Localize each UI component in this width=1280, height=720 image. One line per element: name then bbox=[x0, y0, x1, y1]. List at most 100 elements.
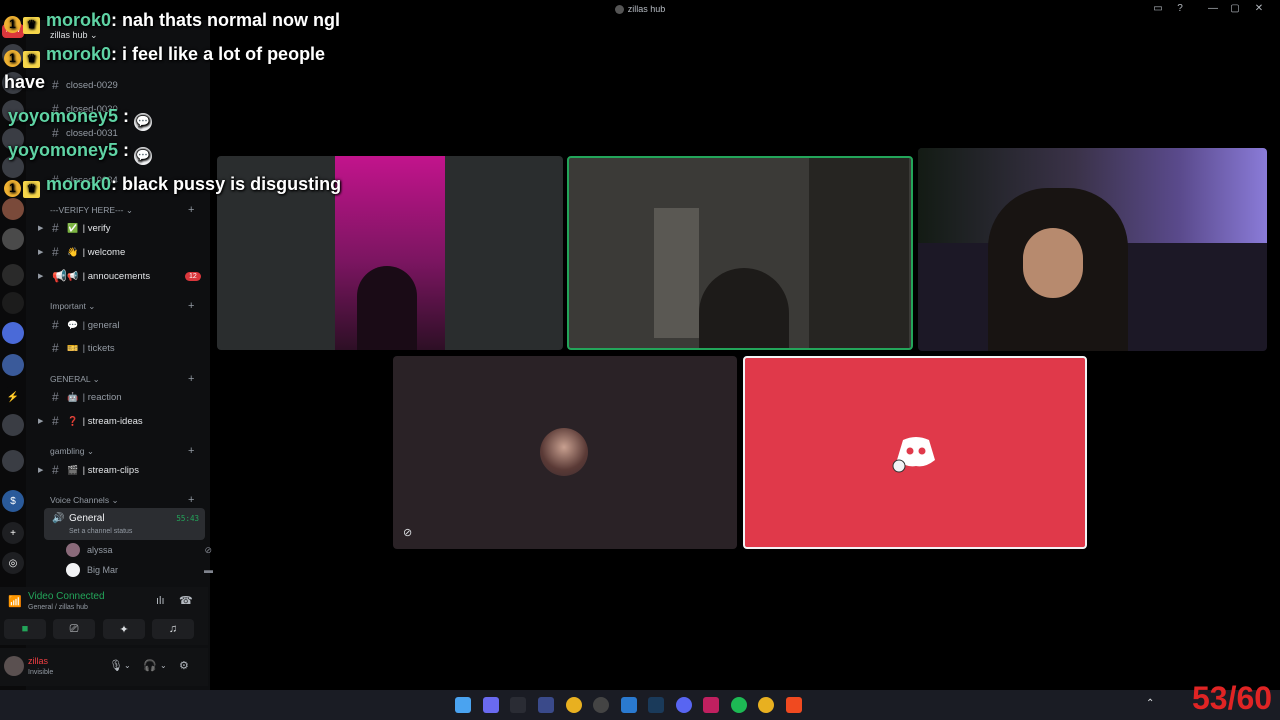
voice-channel-general[interactable]: 🔊 General Set a channel status 55:43 bbox=[44, 508, 205, 540]
screen-share-button[interactable]: ⎚ bbox=[53, 619, 95, 639]
channel-welcome[interactable]: ▶ # 👋 | welcome bbox=[38, 242, 204, 262]
chrome-icon[interactable] bbox=[758, 697, 774, 713]
participant-face bbox=[1023, 228, 1083, 298]
lightning-icon[interactable]: ⚡ bbox=[2, 386, 24, 408]
server-icon bbox=[614, 5, 624, 15]
app-icon[interactable] bbox=[538, 697, 554, 713]
add-server-icon[interactable]: + bbox=[2, 522, 24, 544]
hash-icon: # bbox=[52, 414, 59, 428]
app-icon[interactable] bbox=[510, 697, 526, 713]
server-icon[interactable]: $ bbox=[2, 490, 24, 512]
soundboard-button[interactable]: ♫ bbox=[152, 619, 194, 639]
chevron-right-icon: ▶ bbox=[38, 418, 44, 425]
server-icon[interactable] bbox=[2, 322, 24, 344]
server-icon[interactable] bbox=[2, 264, 24, 286]
avatar[interactable] bbox=[4, 656, 24, 676]
steam-icon[interactable] bbox=[648, 697, 664, 713]
mic-muted-icon: ⊘ bbox=[403, 527, 413, 539]
headphones-icon[interactable]: 🎧 bbox=[143, 659, 157, 672]
tray-chevron-icon[interactable]: ⌃ bbox=[1146, 698, 1154, 709]
avatar bbox=[66, 563, 80, 577]
chrome-icon[interactable] bbox=[566, 697, 582, 713]
hash-icon: # bbox=[52, 390, 59, 404]
add-channel-icon[interactable]: + bbox=[188, 445, 194, 457]
spotify-icon[interactable] bbox=[731, 697, 747, 713]
chevron-right-icon: ▶ bbox=[38, 225, 44, 232]
video-feed bbox=[654, 208, 699, 338]
chevron-down-icon[interactable]: ⌄ bbox=[124, 661, 131, 670]
participant-silhouette bbox=[357, 266, 417, 350]
noise-suppression-icon[interactable]: ılı bbox=[156, 595, 165, 607]
category-gambling[interactable]: gambling ⌄ + bbox=[50, 445, 194, 457]
video-icon: ▬ bbox=[204, 565, 214, 575]
category-general[interactable]: GENERAL ⌄ + bbox=[50, 373, 194, 385]
server-icon[interactable] bbox=[2, 450, 24, 472]
avatar-tile[interactable]: ⊘ bbox=[393, 356, 737, 549]
voice-member[interactable]: alyssa ⊘ bbox=[66, 543, 212, 557]
category-verify[interactable]: ---VERIFY HERE--- ⌄ + bbox=[50, 204, 194, 216]
chat-message: have bbox=[4, 72, 46, 92]
signal-icon[interactable]: 📶 bbox=[8, 595, 22, 608]
chevron-right-icon: ▶ bbox=[38, 467, 44, 474]
add-channel-icon[interactable]: + bbox=[188, 204, 194, 216]
voice-timer: 55:43 bbox=[176, 514, 199, 523]
voice-member[interactable]: Big Mar ▬ bbox=[66, 563, 213, 577]
mention-badge: 12 bbox=[185, 271, 201, 281]
screen-share-icon: ⎚ bbox=[69, 622, 79, 635]
channel-tickets[interactable]: # 🎫 | tickets bbox=[52, 338, 204, 358]
inbox-icon[interactable]: ▭ bbox=[1149, 3, 1167, 14]
avatar-tile[interactable] bbox=[743, 356, 1087, 549]
chevron-right-icon: ▶ bbox=[38, 249, 44, 256]
channel-reaction[interactable]: # 🤖 | reaction bbox=[52, 387, 204, 407]
video-tile[interactable] bbox=[918, 148, 1267, 351]
chat-badges: 1 ♛ bbox=[4, 176, 40, 198]
channel-general[interactable]: # 💬 | general bbox=[52, 315, 204, 335]
server-icon[interactable] bbox=[2, 228, 24, 250]
chevron-down-icon[interactable]: ⌄ bbox=[160, 661, 167, 670]
hash-icon: # bbox=[52, 78, 59, 92]
channel-stream-ideas[interactable]: ▶ # ❓ | stream-ideas bbox=[38, 411, 204, 431]
app-icon[interactable] bbox=[703, 697, 719, 713]
obs-icon[interactable] bbox=[593, 697, 609, 713]
server-icon[interactable] bbox=[2, 292, 24, 314]
channel-status[interactable]: Set a channel status bbox=[69, 528, 132, 535]
maximize-button[interactable]: ▢ bbox=[1226, 3, 1244, 14]
speaker-icon: 📢 bbox=[52, 269, 67, 283]
chat-message: 1 ♛ morok0: black pussy is disgusting bbox=[4, 174, 341, 198]
channel-stream-clips[interactable]: ▶ # 🎬 | stream-clips bbox=[38, 460, 204, 480]
brave-icon[interactable] bbox=[786, 697, 802, 713]
discover-icon[interactable]: ◎ bbox=[2, 552, 24, 574]
taskbar: ⌃ bbox=[0, 690, 1280, 720]
discord-icon[interactable] bbox=[676, 697, 692, 713]
disconnect-icon[interactable]: ☎ bbox=[179, 594, 193, 607]
channel-closed[interactable]: # closed-0029 bbox=[52, 75, 204, 95]
gear-icon[interactable]: ⚙ bbox=[179, 659, 189, 672]
server-icon[interactable] bbox=[2, 414, 24, 436]
activities-button[interactable]: ✦ bbox=[103, 619, 145, 639]
speaker-icon: 🔊 bbox=[52, 513, 65, 524]
channel-annoucements[interactable]: ▶ 📢 📢 | annoucements 12 bbox=[38, 266, 204, 286]
camera-button[interactable]: ■ bbox=[4, 619, 46, 639]
add-channel-icon[interactable]: + bbox=[188, 494, 194, 506]
vscode-icon[interactable] bbox=[621, 697, 637, 713]
microphone-icon[interactable]: 🎙 bbox=[109, 659, 123, 672]
emote-icon: 💬 bbox=[134, 147, 153, 165]
widgets-icon[interactable] bbox=[483, 697, 499, 713]
voice-connection-panel: 📶 Video Connected General / zillas hub ı… bbox=[0, 587, 208, 645]
hash-icon: # bbox=[52, 221, 59, 235]
add-channel-icon[interactable]: + bbox=[188, 373, 194, 385]
windows-start-icon[interactable] bbox=[455, 697, 471, 713]
category-voice[interactable]: Voice Channels ⌄ + bbox=[50, 494, 194, 506]
server-icon[interactable] bbox=[2, 198, 24, 220]
category-important[interactable]: Important ⌄ + bbox=[50, 300, 194, 312]
channel-verify[interactable]: ▶ # ✅ | verify bbox=[38, 218, 204, 238]
add-channel-icon[interactable]: + bbox=[188, 300, 194, 312]
help-icon[interactable]: ? bbox=[1171, 3, 1189, 14]
participant-silhouette bbox=[699, 268, 789, 348]
minimize-button[interactable]: — bbox=[1204, 3, 1222, 14]
server-icon[interactable] bbox=[2, 354, 24, 376]
close-button[interactable]: ✕ bbox=[1250, 3, 1268, 14]
avatar bbox=[66, 543, 80, 557]
chat-message: yoyomoney5 : 💬 bbox=[8, 140, 153, 165]
video-tile-speaking[interactable] bbox=[567, 156, 913, 350]
